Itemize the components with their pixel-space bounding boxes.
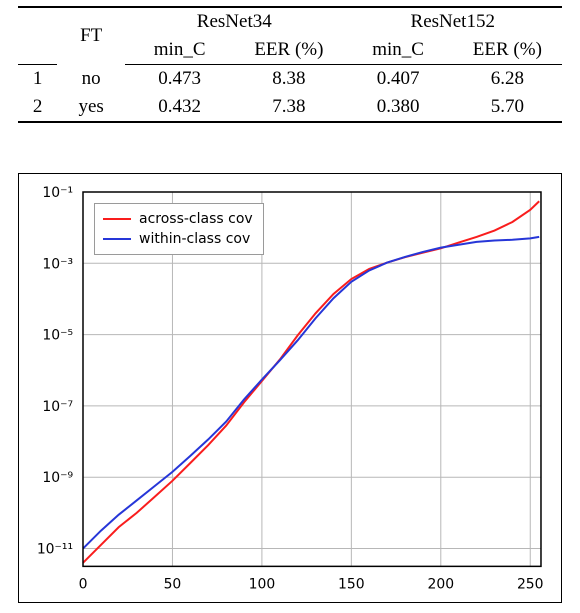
svg-text:10⁻⁹: 10⁻⁹ (42, 470, 73, 486)
results-table: FT ResNet34 ResNet152 min_C EER (%) min_… (18, 6, 562, 123)
col-eer-1: EER (%) (234, 36, 343, 65)
col-group-resnet34: ResNet34 (125, 7, 343, 36)
row-index: 2 (18, 93, 57, 122)
x-tick-labels: 0 50 100 150 200 250 (79, 576, 544, 592)
chart-legend: across-class cov within-class cov (94, 203, 264, 255)
cell-r34-minc: 0.473 (125, 65, 234, 94)
row-ft: yes (57, 93, 125, 122)
chart: 050100150200250 10⁻¹¹10⁻⁹10⁻⁷10⁻⁵10⁻³10⁻… (18, 173, 562, 603)
col-minc-2: min_C (344, 36, 453, 65)
table-row: 1 no 0.473 8.38 0.407 6.28 (18, 65, 562, 94)
cell-r152-minc: 0.380 (344, 93, 453, 122)
cell-r34-eer: 7.38 (234, 93, 343, 122)
legend-label: across-class cov (139, 211, 253, 227)
row-index: 1 (18, 65, 57, 94)
legend-swatch-blue-icon (103, 238, 131, 240)
cell-r34-eer: 8.38 (234, 65, 343, 94)
svg-text:10⁻⁵: 10⁻⁵ (42, 328, 73, 344)
svg-text:10⁻⁷: 10⁻⁷ (42, 399, 73, 415)
table-row: 2 yes 0.432 7.38 0.380 5.70 (18, 93, 562, 122)
cell-r152-minc: 0.407 (344, 65, 453, 94)
col-eer-2: EER (%) (453, 36, 562, 65)
svg-text:10⁻¹¹: 10⁻¹¹ (37, 542, 73, 558)
col-group-resnet152: ResNet152 (344, 7, 563, 36)
legend-label: within-class cov (139, 231, 250, 247)
svg-text:200: 200 (428, 576, 455, 592)
y-tick-labels: 10⁻¹¹ 10⁻⁹ 10⁻⁷ 10⁻⁵ 10⁻³ 10⁻¹ (37, 185, 74, 558)
cell-r34-minc: 0.432 (125, 93, 234, 122)
legend-entry-within: within-class cov (103, 229, 253, 249)
col-minc-1: min_C (125, 36, 234, 65)
svg-text:10⁻³: 10⁻³ (42, 256, 73, 272)
legend-swatch-red-icon (103, 218, 131, 220)
svg-text:0: 0 (79, 576, 88, 592)
row-ft: no (57, 65, 125, 94)
cell-r152-eer: 5.70 (453, 93, 562, 122)
svg-text:150: 150 (338, 576, 365, 592)
svg-text:50: 50 (164, 576, 182, 592)
cell-r152-eer: 6.28 (453, 65, 562, 94)
legend-entry-across: across-class cov (103, 209, 253, 229)
svg-text:10⁻¹: 10⁻¹ (42, 185, 73, 201)
svg-text:100: 100 (249, 576, 276, 592)
svg-text:250: 250 (517, 576, 544, 592)
col-ft: FT (57, 7, 125, 65)
